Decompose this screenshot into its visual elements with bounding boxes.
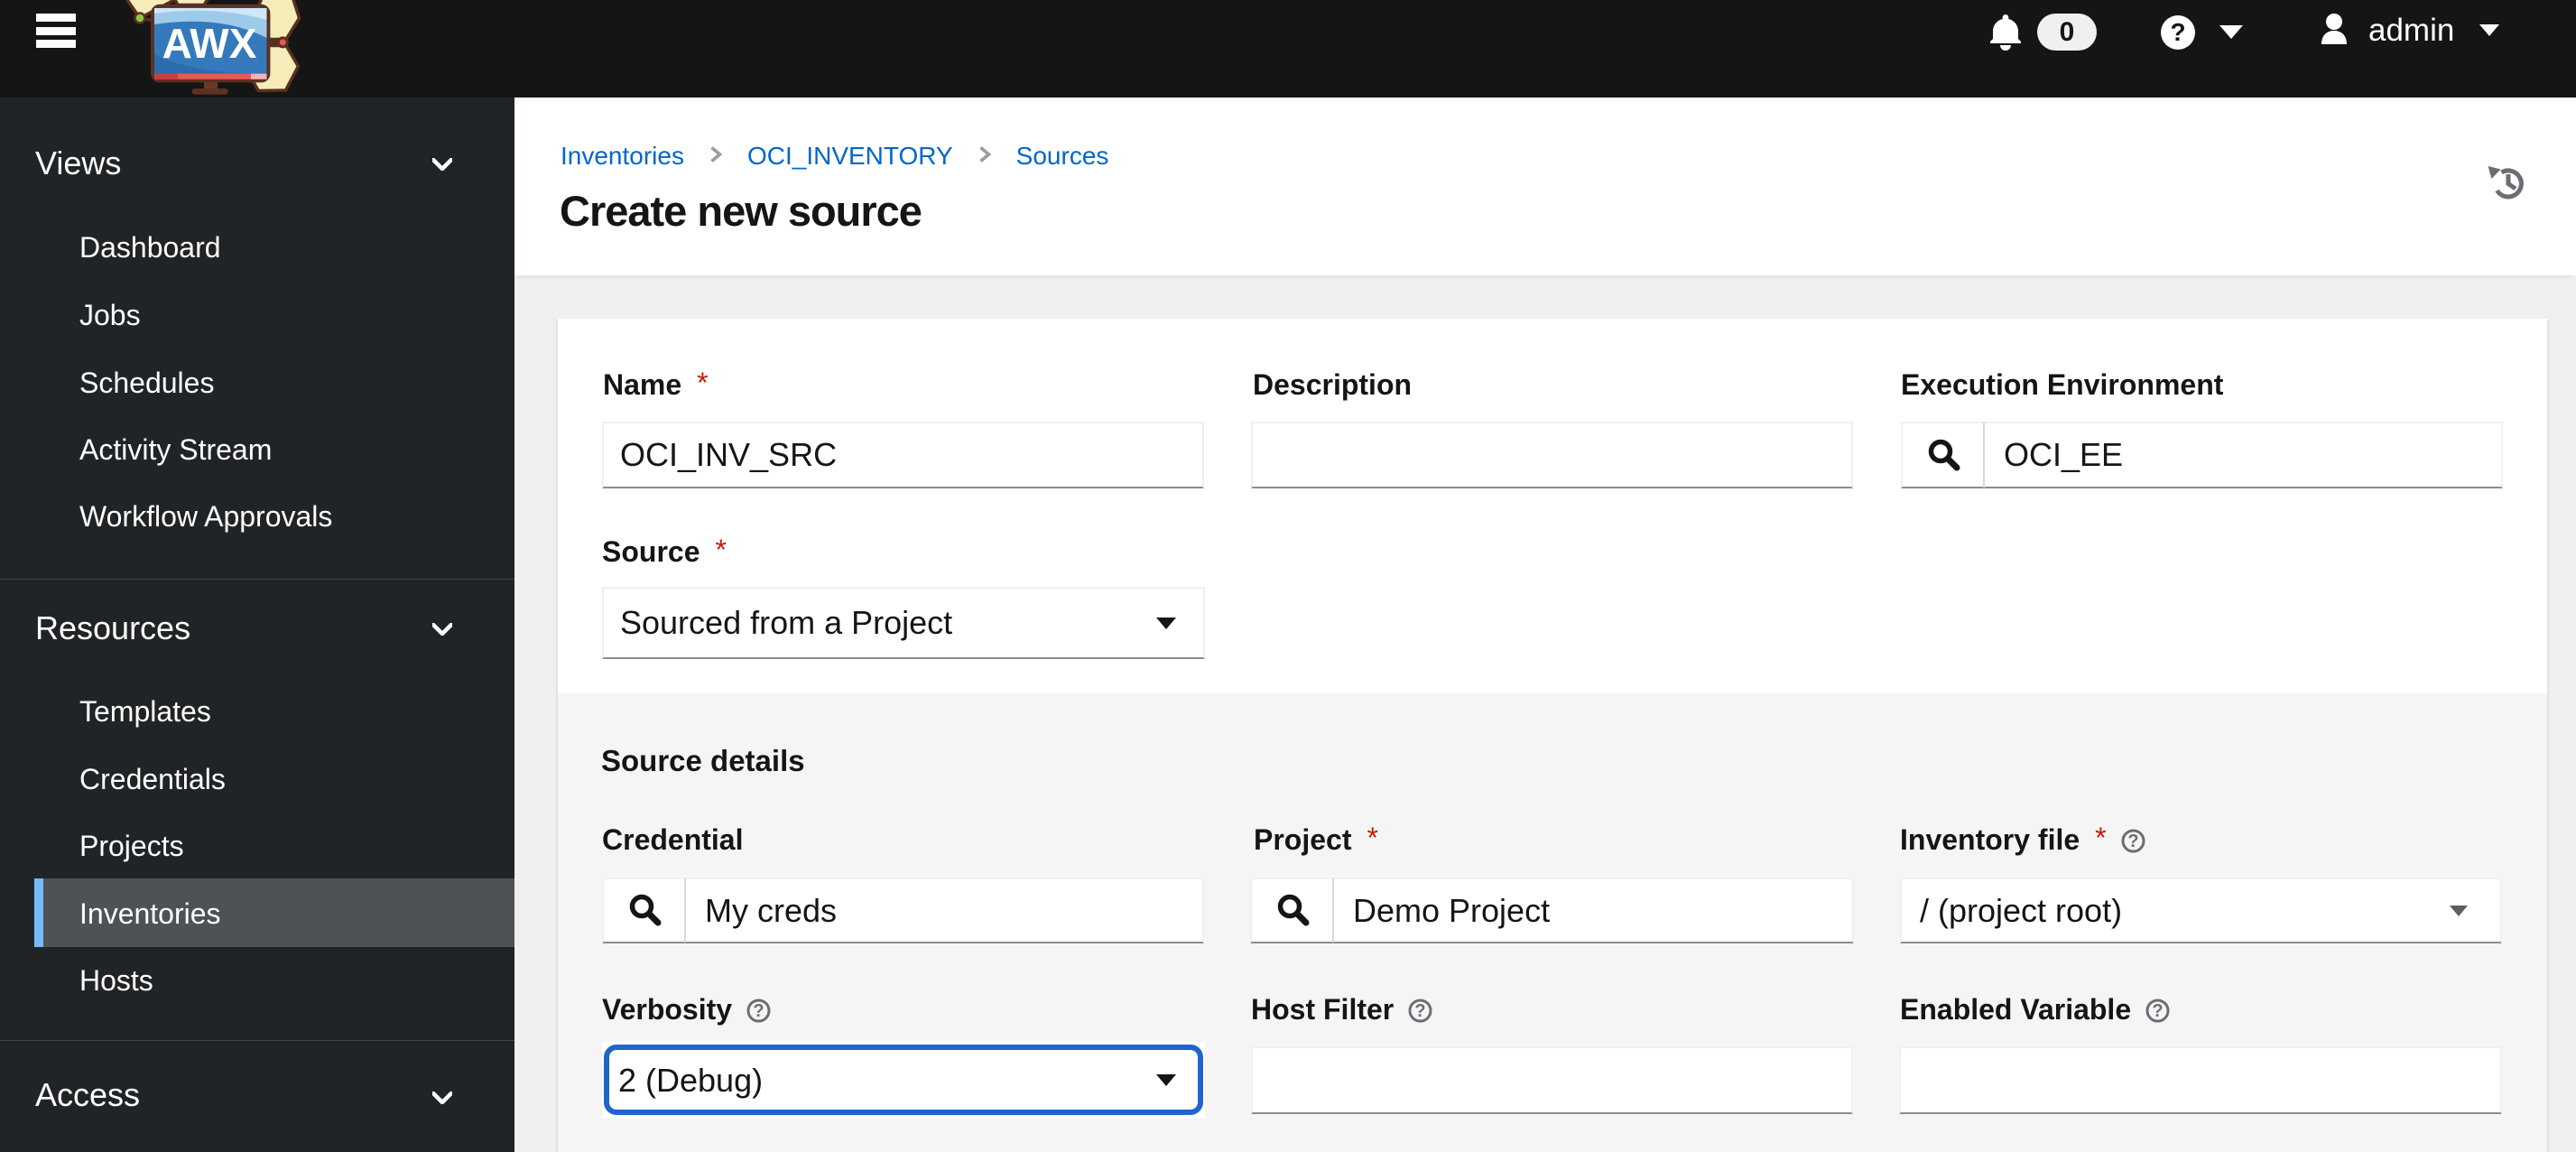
svg-text:?: ? [1415,1001,1426,1021]
svg-text:?: ? [2153,1001,2164,1021]
svg-text:?: ? [753,1001,764,1021]
svg-text:AWX: AWX [162,20,257,67]
svg-text:?: ? [2127,831,2138,851]
svg-text:?: ? [2170,18,2185,46]
